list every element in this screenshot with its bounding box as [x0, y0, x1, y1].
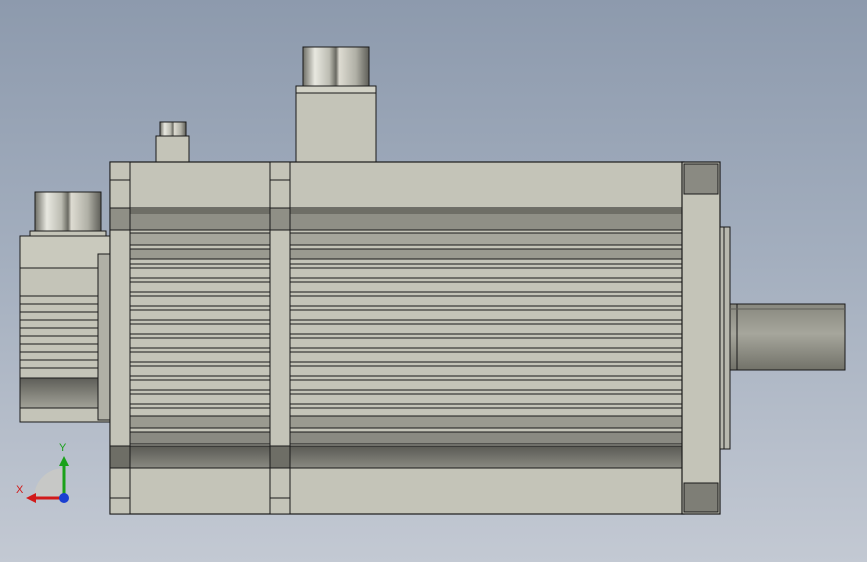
encoder-housing[interactable] — [19, 235, 111, 423]
x-axis-label: X — [16, 484, 24, 496]
z-axis-icon — [59, 493, 69, 503]
servo-motor-model[interactable] — [0, 0, 867, 562]
output-shaft[interactable] — [729, 303, 846, 371]
graphics-viewport[interactable]: X Y — [0, 0, 867, 562]
y-axis-label: Y — [59, 442, 67, 454]
power-connector[interactable] — [295, 46, 377, 163]
orientation-triad[interactable]: X Y — [12, 440, 82, 510]
motor-body[interactable] — [109, 161, 685, 515]
triad-plane-icon — [34, 468, 64, 498]
encoder-connector[interactable] — [29, 191, 107, 241]
signal-connector[interactable] — [155, 121, 190, 163]
front-flange[interactable] — [681, 161, 731, 515]
